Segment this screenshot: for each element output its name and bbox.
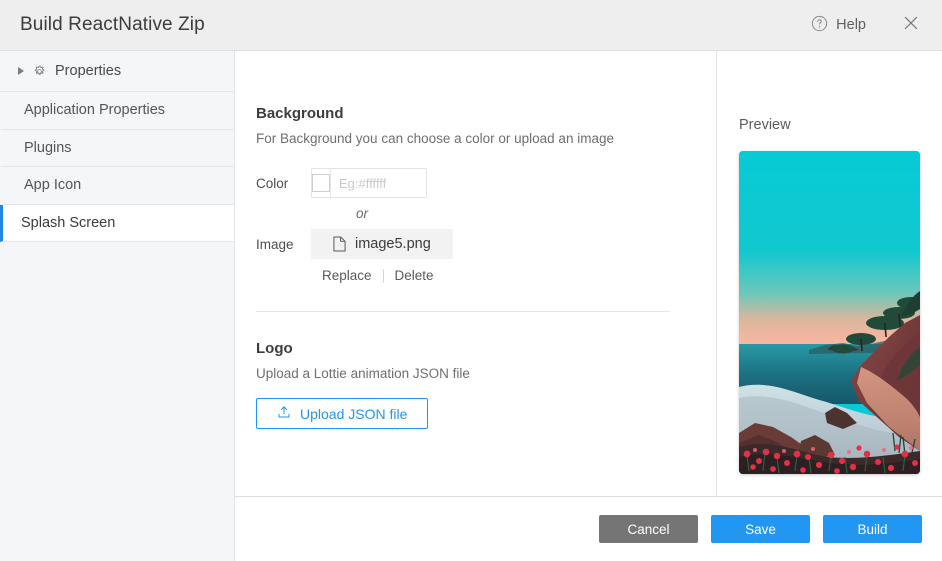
image-label: Image bbox=[256, 237, 311, 252]
section-divider bbox=[256, 311, 670, 312]
page-title: Build ReactNative Zip bbox=[20, 14, 805, 36]
build-button[interactable]: Build bbox=[823, 515, 922, 543]
preview-panel: Preview bbox=[716, 51, 942, 496]
upload-json-file-button[interactable]: Upload JSON file bbox=[256, 398, 428, 429]
sidebar-item-plugins[interactable]: Plugins bbox=[0, 130, 234, 168]
color-swatch-button[interactable] bbox=[312, 169, 331, 197]
help-label: Help bbox=[836, 17, 866, 33]
sidebar-item-label: Splash Screen bbox=[21, 215, 115, 231]
color-input-group bbox=[311, 168, 427, 198]
image-file-name: image5.png bbox=[355, 236, 431, 252]
logo-section: Logo Upload a Lottie animation JSON file bbox=[256, 340, 692, 429]
close-button[interactable] bbox=[898, 12, 924, 38]
dialog-footer: Cancel Save Build bbox=[235, 497, 942, 561]
caret-right-icon bbox=[18, 67, 24, 75]
logo-section-title: Logo bbox=[256, 340, 692, 357]
sidebar-item-label: App Icon bbox=[24, 177, 81, 193]
dialog-titlebar: Build ReactNative Zip Help bbox=[0, 0, 942, 51]
sidebar: Properties Application Properties Plugin… bbox=[0, 51, 235, 561]
color-swatch bbox=[312, 174, 330, 192]
sidebar-item-app-icon[interactable]: App Icon bbox=[0, 167, 234, 205]
upload-json-file-label: Upload JSON file bbox=[300, 406, 407, 422]
build-reactnative-zip-dialog: Build ReactNative Zip Help bbox=[0, 0, 942, 561]
sidebar-group-label: Properties bbox=[55, 63, 121, 79]
save-button[interactable]: Save bbox=[711, 515, 810, 543]
replace-image-link[interactable]: Replace bbox=[311, 268, 383, 283]
color-label: Color bbox=[256, 176, 311, 191]
image-file-chip[interactable]: image5.png bbox=[311, 229, 453, 259]
image-field-row: Image image5.png bbox=[256, 229, 692, 259]
sidebar-item-splash-screen[interactable]: Splash Screen bbox=[0, 205, 234, 243]
sidebar-item-application-properties[interactable]: Application Properties bbox=[0, 92, 234, 130]
background-section-description: For Background you can choose a color or… bbox=[256, 131, 692, 146]
splash-screen-form: Background For Background you can choose… bbox=[235, 51, 716, 496]
sidebar-item-label: Plugins bbox=[24, 140, 72, 156]
dialog-body: Properties Application Properties Plugin… bbox=[0, 51, 942, 561]
main-columns: Background For Background you can choose… bbox=[235, 51, 942, 497]
background-section-title: Background bbox=[256, 105, 692, 122]
delete-image-link[interactable]: Delete bbox=[384, 268, 445, 283]
cancel-button[interactable]: Cancel bbox=[599, 515, 698, 543]
sidebar-group-properties[interactable]: Properties bbox=[0, 51, 234, 92]
titlebar-actions: Help bbox=[805, 11, 924, 39]
help-button[interactable]: Help bbox=[805, 11, 872, 39]
image-file-actions: Replace Delete bbox=[256, 268, 692, 283]
gear-icon bbox=[32, 64, 47, 79]
upload-icon bbox=[277, 405, 291, 422]
color-input[interactable] bbox=[331, 169, 523, 197]
or-separator-text: or bbox=[256, 206, 692, 221]
color-field-row: Color bbox=[256, 168, 692, 198]
logo-section-description: Upload a Lottie animation JSON file bbox=[256, 366, 692, 381]
close-icon bbox=[903, 15, 919, 36]
splash-preview-image bbox=[739, 151, 920, 474]
question-circle-icon bbox=[811, 15, 828, 35]
file-icon bbox=[333, 236, 346, 252]
sidebar-filler bbox=[0, 242, 234, 561]
main-wrapper: Background For Background you can choose… bbox=[235, 51, 942, 561]
preview-title: Preview bbox=[739, 117, 942, 133]
sidebar-item-label: Application Properties bbox=[24, 102, 165, 118]
